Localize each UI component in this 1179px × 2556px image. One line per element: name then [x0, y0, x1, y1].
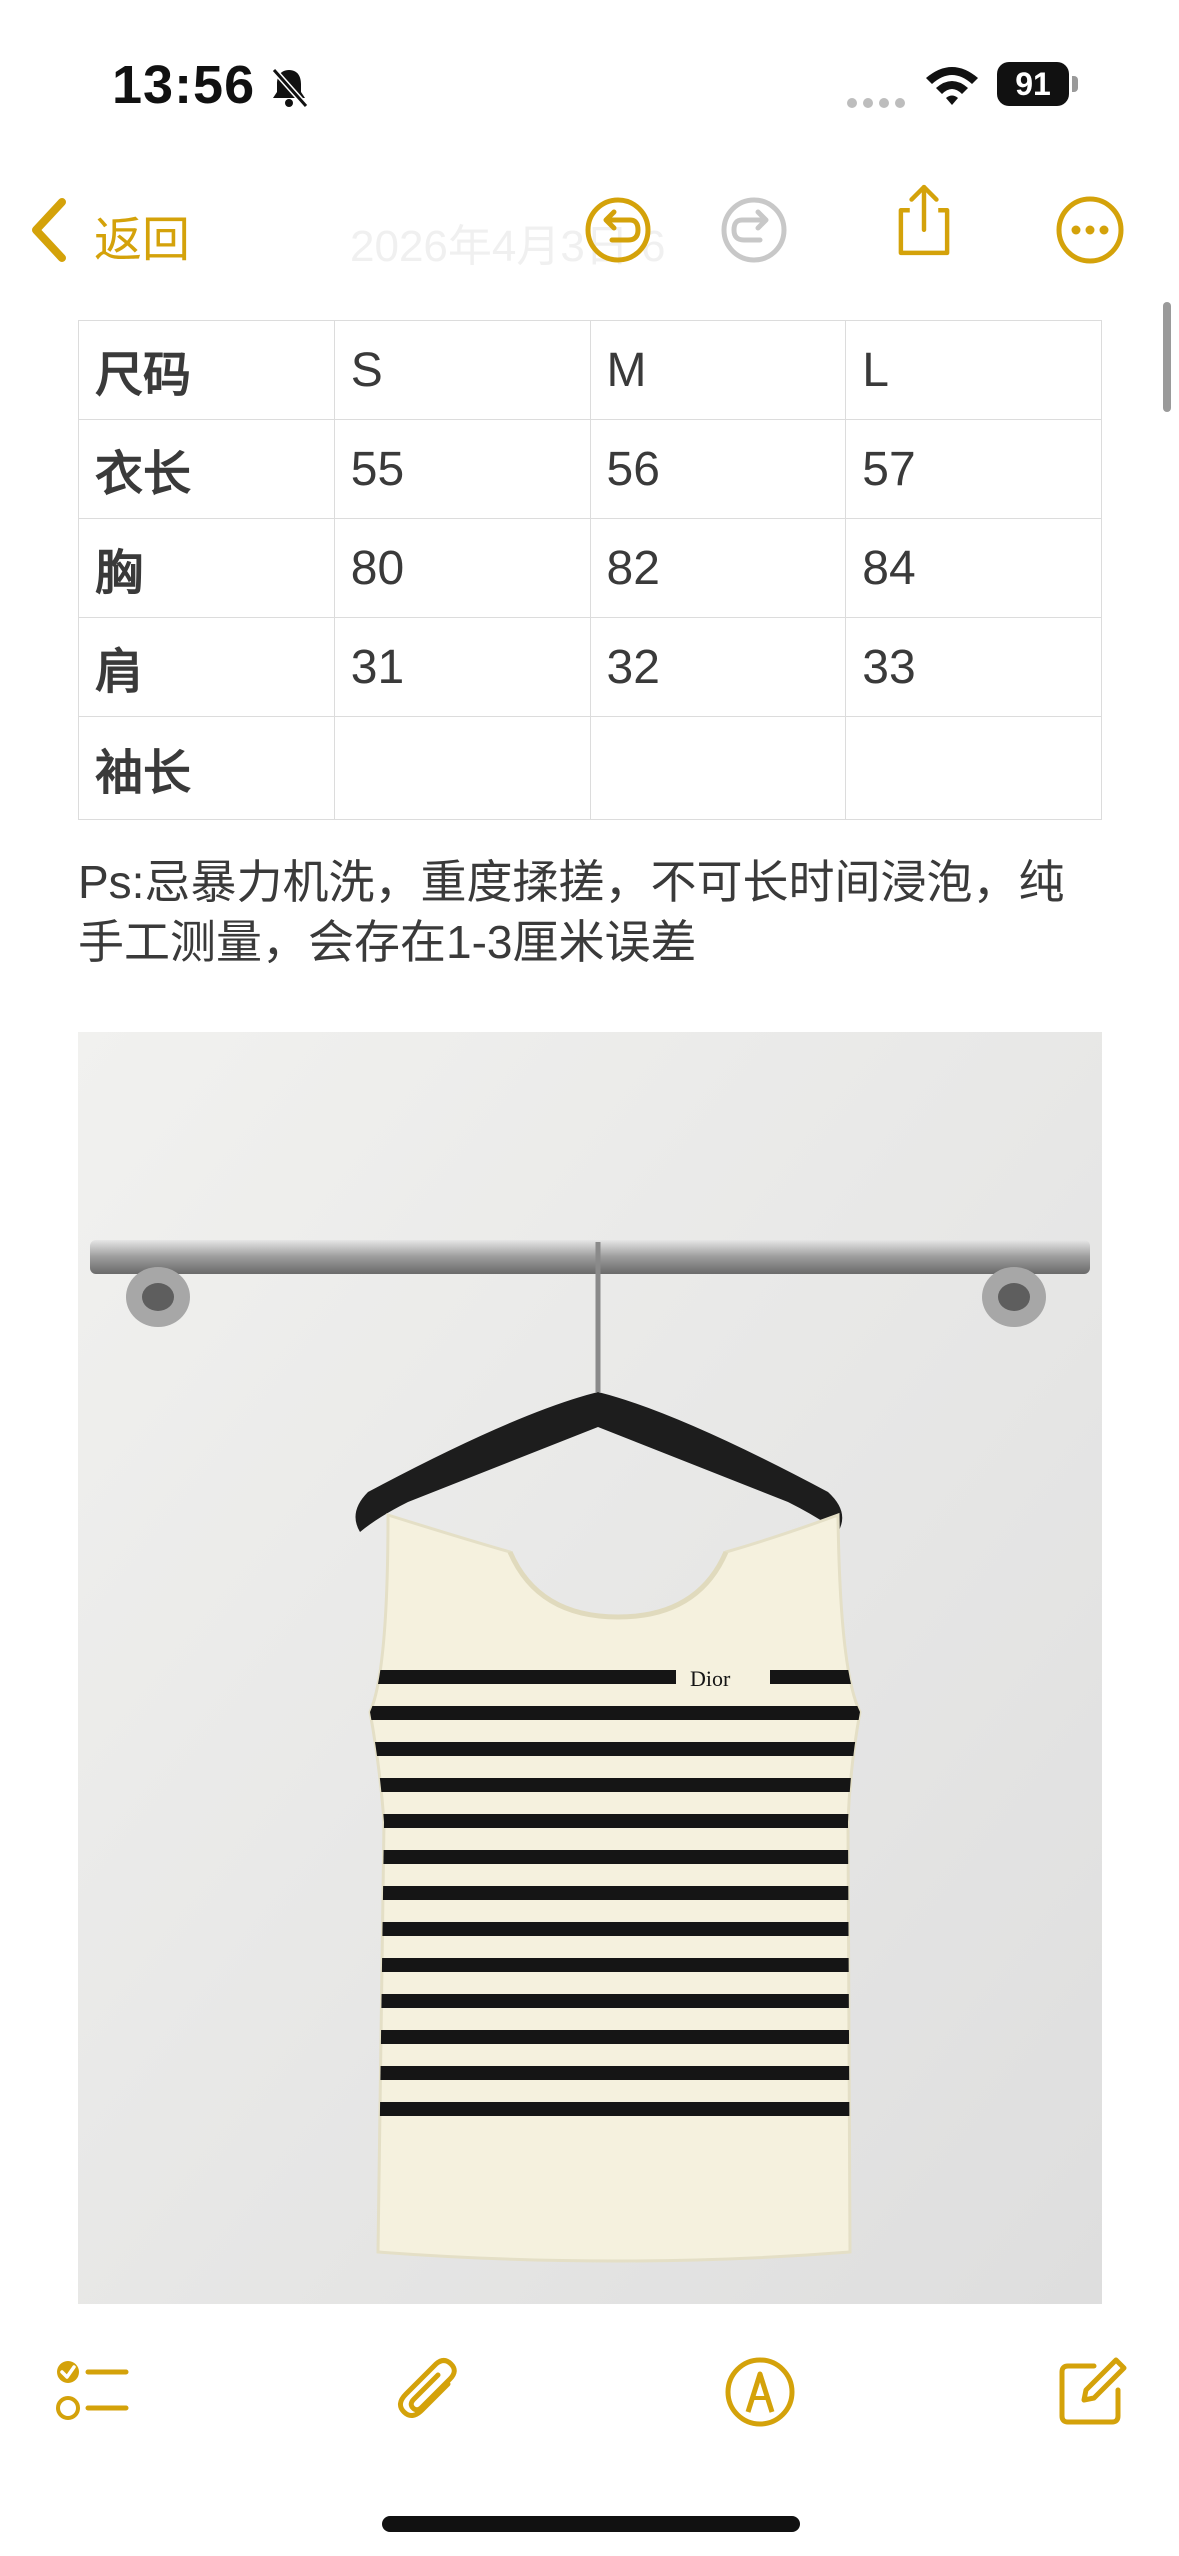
markup-pen-icon[interactable] [722, 2354, 798, 2430]
battery-icon: 91 [997, 62, 1081, 106]
table-row: 肩 31 32 33 [78, 617, 1102, 717]
table-cell: S [333, 320, 591, 420]
table-row: 衣长 55 56 57 [78, 419, 1102, 519]
chevron-left-icon[interactable] [28, 198, 68, 262]
wifi-icon [926, 67, 978, 105]
table-cell: 57 [845, 419, 1102, 519]
product-photo[interactable]: Dior [78, 1032, 1102, 2304]
table-cell: 82 [589, 518, 847, 618]
status-time: 13:56 [112, 55, 256, 115]
table-cell [589, 716, 847, 820]
table-row: 袖长 [78, 716, 1102, 820]
bell-slash-icon [271, 68, 309, 108]
nav-bar: 返回 2026年4月3日 6 [0, 170, 1179, 290]
compose-icon[interactable] [1054, 2354, 1130, 2430]
table-cell: M [589, 320, 847, 420]
row-header: 衣长 [78, 419, 335, 519]
status-bar: 13:56 91 [0, 0, 1179, 170]
note-body-text[interactable]: Ps:忌暴力机洗，重度揉搓，不可长时间浸泡，纯手工测量，会存在1-3厘米误差 [78, 852, 1108, 972]
row-header: 肩 [78, 617, 335, 717]
table-cell: L [845, 320, 1102, 420]
battery-cap [1072, 76, 1078, 92]
row-header: 胸 [78, 518, 335, 618]
table-cell: 55 [333, 419, 591, 519]
share-icon[interactable] [884, 180, 964, 260]
table-cell: 84 [845, 518, 1102, 618]
row-header: 尺码 [78, 320, 335, 420]
table-cell: 33 [845, 617, 1102, 717]
size-table: 尺码 S M L 衣长 55 56 57 胸 80 82 84 肩 31 32 … [78, 320, 1102, 820]
checklist-icon[interactable] [54, 2354, 130, 2430]
row-header: 袖长 [78, 716, 335, 820]
back-button[interactable]: 返回 [94, 200, 190, 270]
more-icon[interactable] [1050, 190, 1130, 270]
battery-level: 91 [997, 62, 1069, 106]
table-cell: 56 [589, 419, 847, 519]
table-row: 胸 80 82 84 [78, 518, 1102, 618]
table-cell [333, 716, 591, 820]
table-cell: 32 [589, 617, 847, 717]
paperclip-icon[interactable] [392, 2354, 468, 2430]
dior-logo: Dior [690, 1666, 731, 1691]
table-cell [845, 716, 1102, 820]
table-cell: 31 [333, 617, 591, 717]
table-row: 尺码 S M L [78, 320, 1102, 420]
undo-icon[interactable] [578, 190, 658, 270]
cellular-dots-icon [847, 98, 905, 108]
redo-icon[interactable] [714, 190, 794, 270]
home-indicator[interactable] [382, 2516, 800, 2532]
table-cell: 80 [333, 518, 591, 618]
scroll-indicator[interactable] [1163, 302, 1171, 412]
